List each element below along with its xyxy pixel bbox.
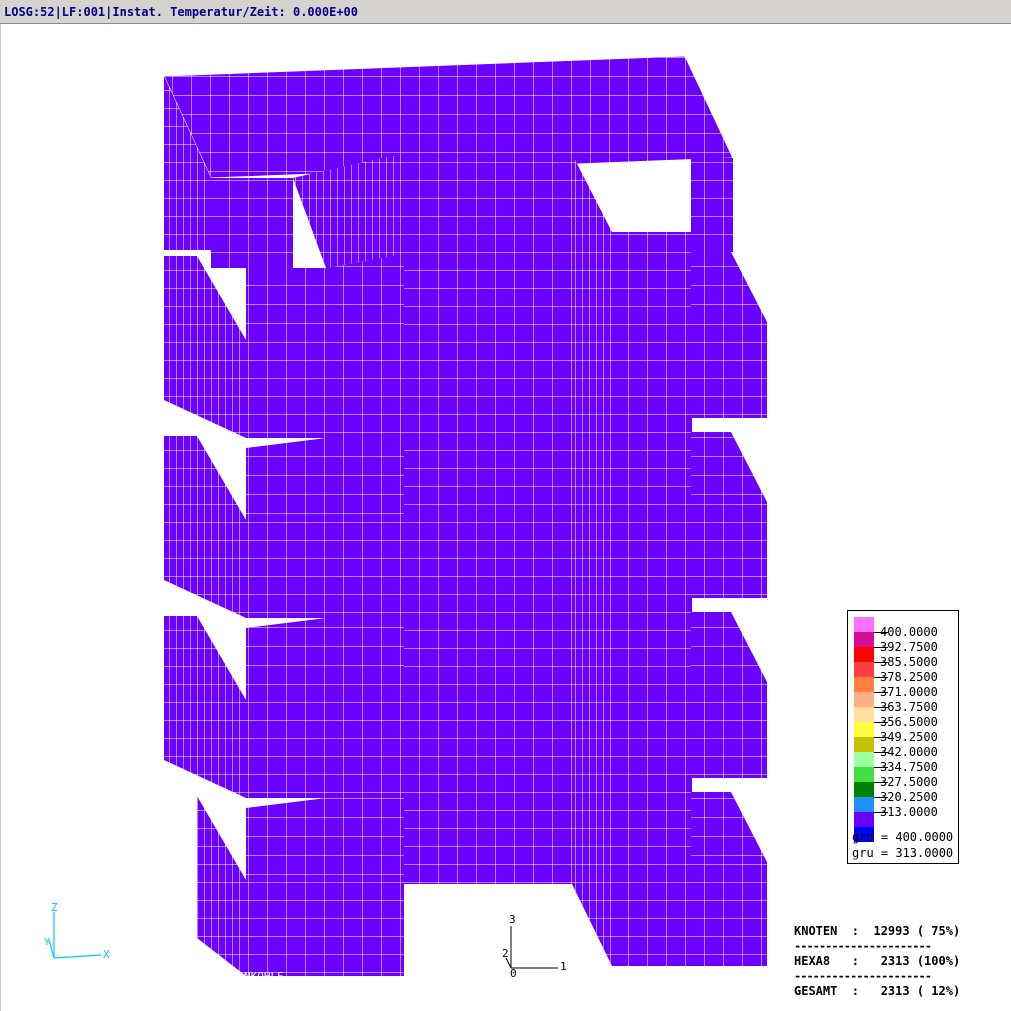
triad-0-label: 0 [510, 967, 517, 980]
left-fins [164, 254, 404, 976]
legend-swatch [854, 722, 874, 737]
legend-swatch [854, 632, 874, 647]
right-fins [691, 158, 767, 966]
legend-entry: 327.5000 [848, 767, 958, 789]
legend-swatch [854, 647, 874, 662]
legend-swatch [854, 677, 874, 692]
legend-entry: 356.5000 [848, 707, 958, 729]
triad-local: 3 2 1 0 [502, 913, 567, 980]
triad-global: Z Y X [44, 901, 110, 961]
center-column [404, 154, 572, 884]
legend-entry: 400.0000 [848, 617, 958, 639]
right-column-side [572, 154, 612, 966]
legend-swatch [854, 662, 874, 677]
triad-y-label: Y [44, 937, 50, 948]
legend-entry: 378.2500 [848, 662, 958, 684]
triad-x-label: X [103, 948, 110, 961]
statistics-panel: KNOTEN : 12993 ( 75%) ------------------… [794, 924, 960, 999]
legend-swatch [854, 767, 874, 782]
legend-entry: 349.2500 [848, 722, 958, 744]
right-column-front [612, 232, 692, 966]
legend-swatch [854, 752, 874, 767]
left-back-front [211, 178, 293, 268]
triad-1-label: 1 [560, 960, 567, 973]
legend-entry: 371.0000 [848, 677, 958, 699]
legend-entry: 392.7500 [848, 632, 958, 654]
stats-gesamt: GESAMT : 2313 ( 12%) [794, 984, 961, 998]
title-bar: LOSG:52|LF:001|Instat. Temperatur/Zeit: … [0, 0, 1011, 24]
legend-entry: 385.5000 [848, 647, 958, 669]
triad-3-label: 3 [509, 913, 516, 926]
legend-entry: 313.0000 [848, 797, 958, 819]
legend-swatch [854, 737, 874, 752]
stats-hexa8: HEXA8 : 2313 (100%) [794, 954, 961, 968]
legend-swatch [854, 617, 874, 632]
legend-entry: 334.7500 [848, 752, 958, 774]
triad-z-label: Z [51, 901, 58, 914]
triad-2-label: 2 [502, 947, 509, 960]
legend-entry: 342.0000 [848, 737, 958, 759]
window-title: LOSG:52|LF:001|Instat. Temperatur/Zeit: … [4, 5, 359, 19]
legend-entry [848, 812, 958, 827]
model-label: NKOHLE [244, 970, 284, 983]
legend-swatch [854, 692, 874, 707]
stats-separator: ---------------------- [794, 969, 932, 983]
legend-max: gro = 400.0000 [852, 830, 954, 844]
legend-swatch [854, 797, 874, 812]
legend-entry: 320.2500 [848, 782, 958, 804]
legend-entry: 363.7500 [848, 692, 958, 714]
legend-swatch [854, 707, 874, 722]
legend-swatch [854, 782, 874, 797]
legend-min: gru = 313.0000 [852, 846, 954, 860]
legend-swatch [854, 812, 874, 827]
color-legend: 400.0000 392.7500 385.5000 378.2500 371.0000… [847, 610, 959, 864]
stats-separator: ---------------------- [794, 939, 932, 953]
stats-knoten: KNOTEN : 12993 ( 75%) [794, 924, 961, 938]
